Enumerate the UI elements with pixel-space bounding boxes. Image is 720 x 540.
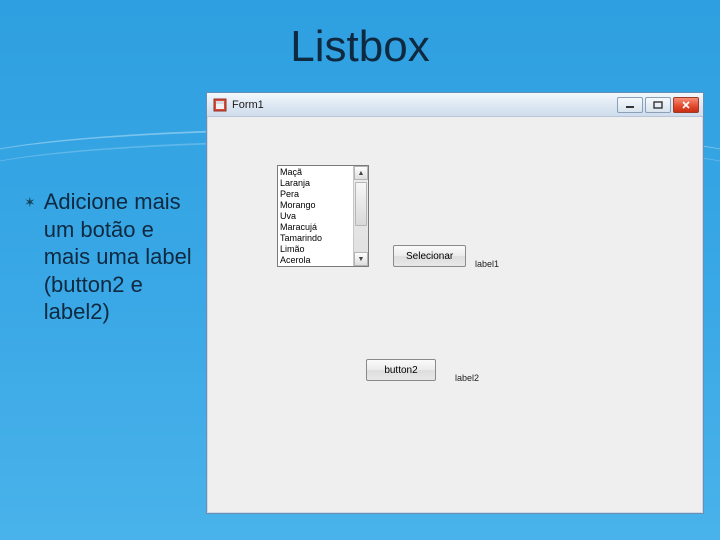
minimize-button[interactable] [617, 97, 643, 113]
bullet-icon: ✶ [24, 188, 36, 326]
scrollbar[interactable]: ▲ ▼ [353, 166, 368, 266]
listbox-option[interactable]: Uva [280, 211, 351, 222]
list-item: ✶ Adicione mais um botão e mais uma labe… [24, 188, 194, 326]
slide-title: Listbox [0, 22, 720, 72]
close-button[interactable] [673, 97, 699, 113]
listbox-items[interactable]: MaçãLaranjaPeraMorangoUvaMaracujáTamarin… [278, 166, 353, 266]
window-client-area: MaçãLaranjaPeraMorangoUvaMaracujáTamarin… [211, 121, 699, 509]
slide: Listbox ✶ Adicione mais um botão e mais … [0, 0, 720, 540]
scroll-down-button[interactable]: ▼ [354, 252, 368, 266]
listbox-option[interactable]: Pera [280, 189, 351, 200]
label2: label2 [455, 373, 479, 383]
maximize-button[interactable] [645, 97, 671, 113]
window-control-buttons [617, 97, 699, 113]
scroll-up-button[interactable]: ▲ [354, 166, 368, 180]
window-titlebar[interactable]: Form1 [207, 93, 703, 117]
label1: label1 [475, 259, 499, 269]
button-label: Selecionar [406, 251, 453, 262]
scroll-track[interactable] [354, 180, 368, 252]
button2[interactable]: button2 [366, 359, 436, 381]
select-button[interactable]: Selecionar [393, 245, 466, 267]
form-window: Form1 MaçãLaranjaPeraMorangoUvaMaracujáT… [206, 92, 704, 514]
listbox[interactable]: MaçãLaranjaPeraMorangoUvaMaracujáTamarin… [277, 165, 369, 267]
listbox-option[interactable]: Maçã [280, 167, 351, 178]
app-icon [213, 98, 227, 112]
bullet-list: ✶ Adicione mais um botão e mais uma labe… [24, 188, 194, 326]
bullet-text: Adicione mais um botão e mais uma label … [44, 188, 194, 326]
listbox-option[interactable]: Tamarindo [280, 233, 351, 244]
window-title: Form1 [232, 99, 617, 111]
listbox-option[interactable]: Morango [280, 200, 351, 211]
listbox-option[interactable]: Maracujá [280, 222, 351, 233]
listbox-option[interactable]: Laranja [280, 178, 351, 189]
button-label: button2 [384, 365, 417, 376]
scroll-thumb[interactable] [355, 182, 367, 226]
listbox-option[interactable]: Limão [280, 244, 351, 255]
listbox-option[interactable]: Acerola [280, 255, 351, 266]
